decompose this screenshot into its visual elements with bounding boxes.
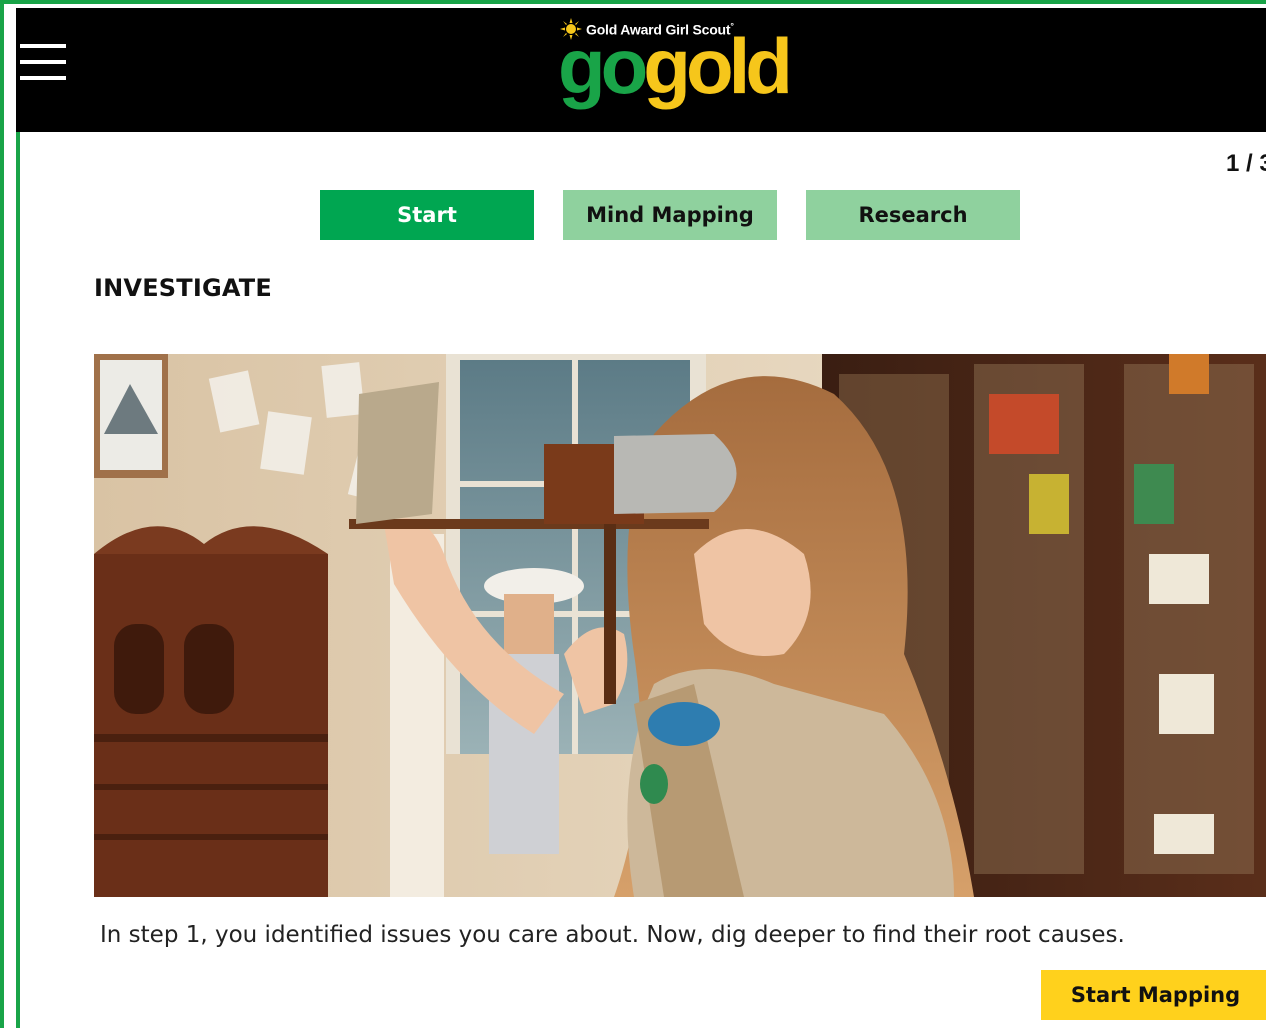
page-frame: Gold Award Girl Scout° gogold 1 / 3 Star…: [0, 0, 1266, 1028]
hamburger-bar: [20, 76, 66, 80]
gogold-logo[interactable]: Gold Award Girl Scout° gogold: [558, 18, 820, 114]
logo-word-go: go: [558, 22, 648, 110]
tab-start[interactable]: Start: [320, 190, 534, 240]
tab-research[interactable]: Research: [806, 190, 1020, 240]
hamburger-bar: [20, 60, 66, 64]
logo-wordmark: gogold: [558, 26, 793, 106]
section-title: INVESTIGATE: [94, 274, 272, 302]
page-counter: 1 / 3: [1226, 150, 1266, 177]
step-caption: In step 1, you identified issues you car…: [100, 922, 1125, 948]
hamburger-menu-icon[interactable]: [20, 44, 66, 82]
hamburger-bar: [20, 44, 66, 48]
logo-word-gold: gold: [643, 22, 793, 110]
start-mapping-button[interactable]: Start Mapping: [1041, 970, 1266, 1020]
photo-illustration: [94, 354, 1266, 897]
frame-left-rule: [16, 132, 20, 1028]
tab-mind-mapping[interactable]: Mind Mapping: [563, 190, 777, 240]
girl-scout-stereoscope-photo: [94, 354, 1266, 897]
